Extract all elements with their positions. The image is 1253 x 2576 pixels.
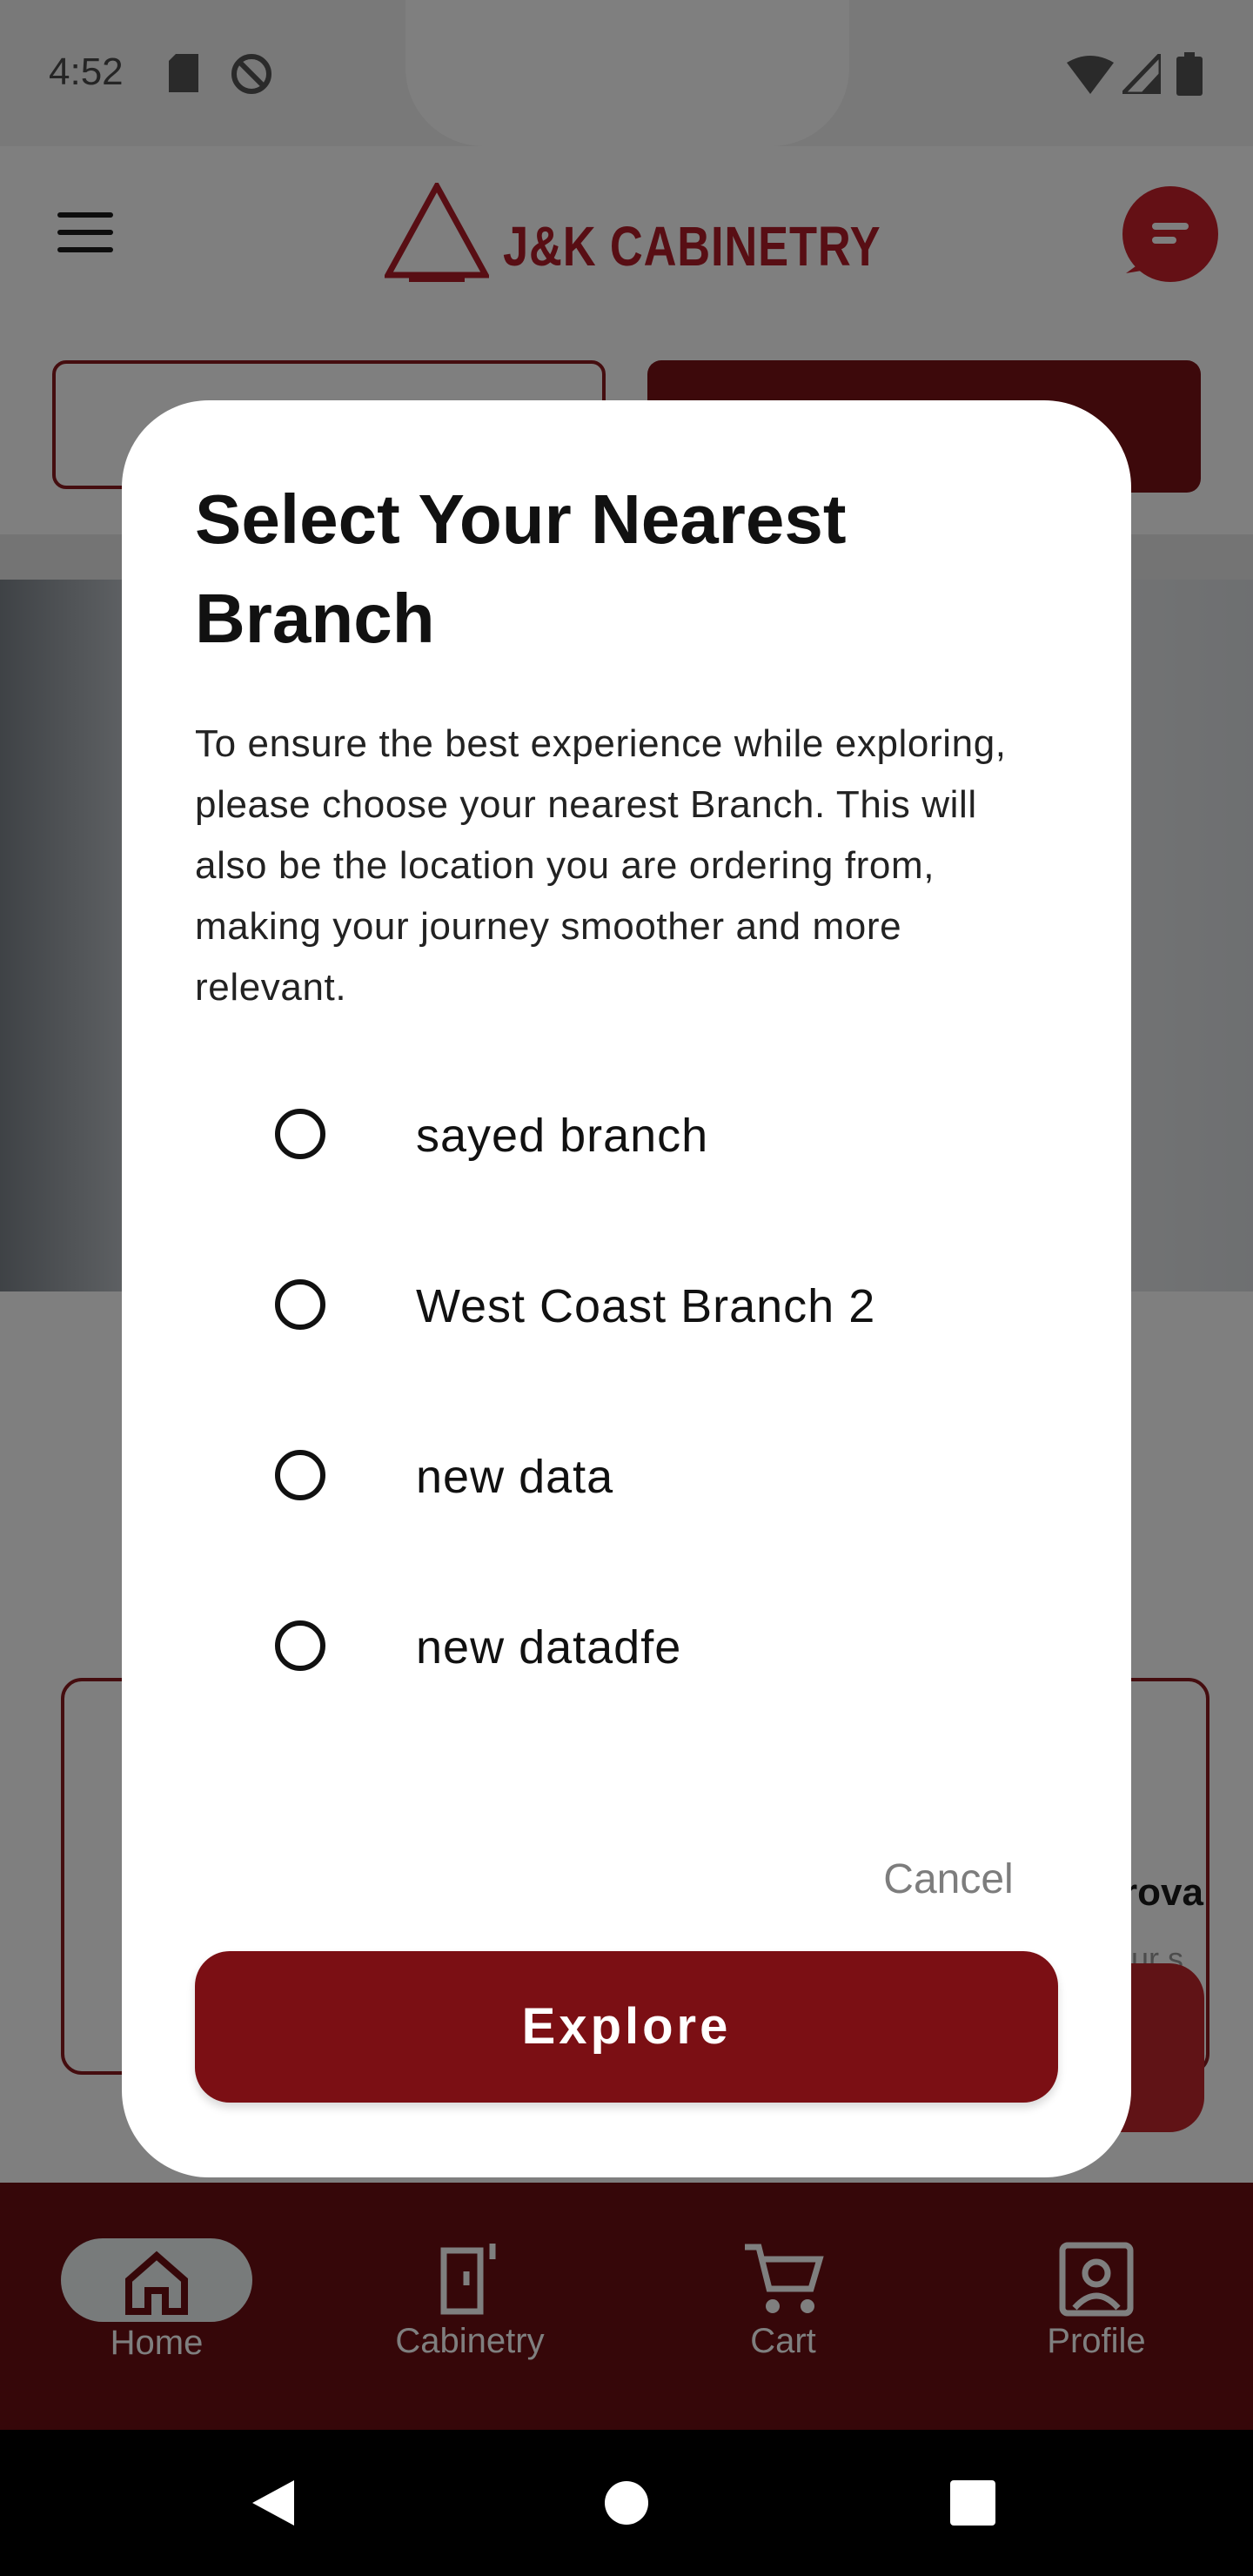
radio-button-icon[interactable] (275, 1279, 325, 1330)
branch-option[interactable]: West Coast Branch 2 (261, 1255, 1044, 1359)
radio-button-icon[interactable] (275, 1450, 325, 1500)
radio-button-icon[interactable] (275, 1109, 325, 1159)
explore-button[interactable]: Explore (195, 1951, 1058, 2103)
branch-option-label: West Coast Branch 2 (416, 1280, 876, 1332)
branch-option[interactable]: new data (261, 1426, 1044, 1530)
branch-option[interactable]: sayed branch (261, 1084, 1044, 1189)
recents-icon[interactable] (950, 2480, 995, 2526)
branch-option-label: new data (416, 1451, 614, 1503)
branch-option[interactable]: new datadfe (261, 1596, 1044, 1701)
home-circle-icon[interactable] (604, 2480, 649, 2526)
dialog-description: To ensure the best experience while expl… (195, 722, 1007, 1009)
back-icon[interactable] (249, 2479, 298, 2527)
branch-option-label: sayed branch (416, 1110, 709, 1162)
cancel-button[interactable]: Cancel (861, 1845, 1035, 1915)
radio-button-icon[interactable] (275, 1620, 325, 1671)
dialog-title: Select Your Nearest Branch (195, 480, 847, 657)
branch-option-label: new datadfe (416, 1621, 682, 1674)
